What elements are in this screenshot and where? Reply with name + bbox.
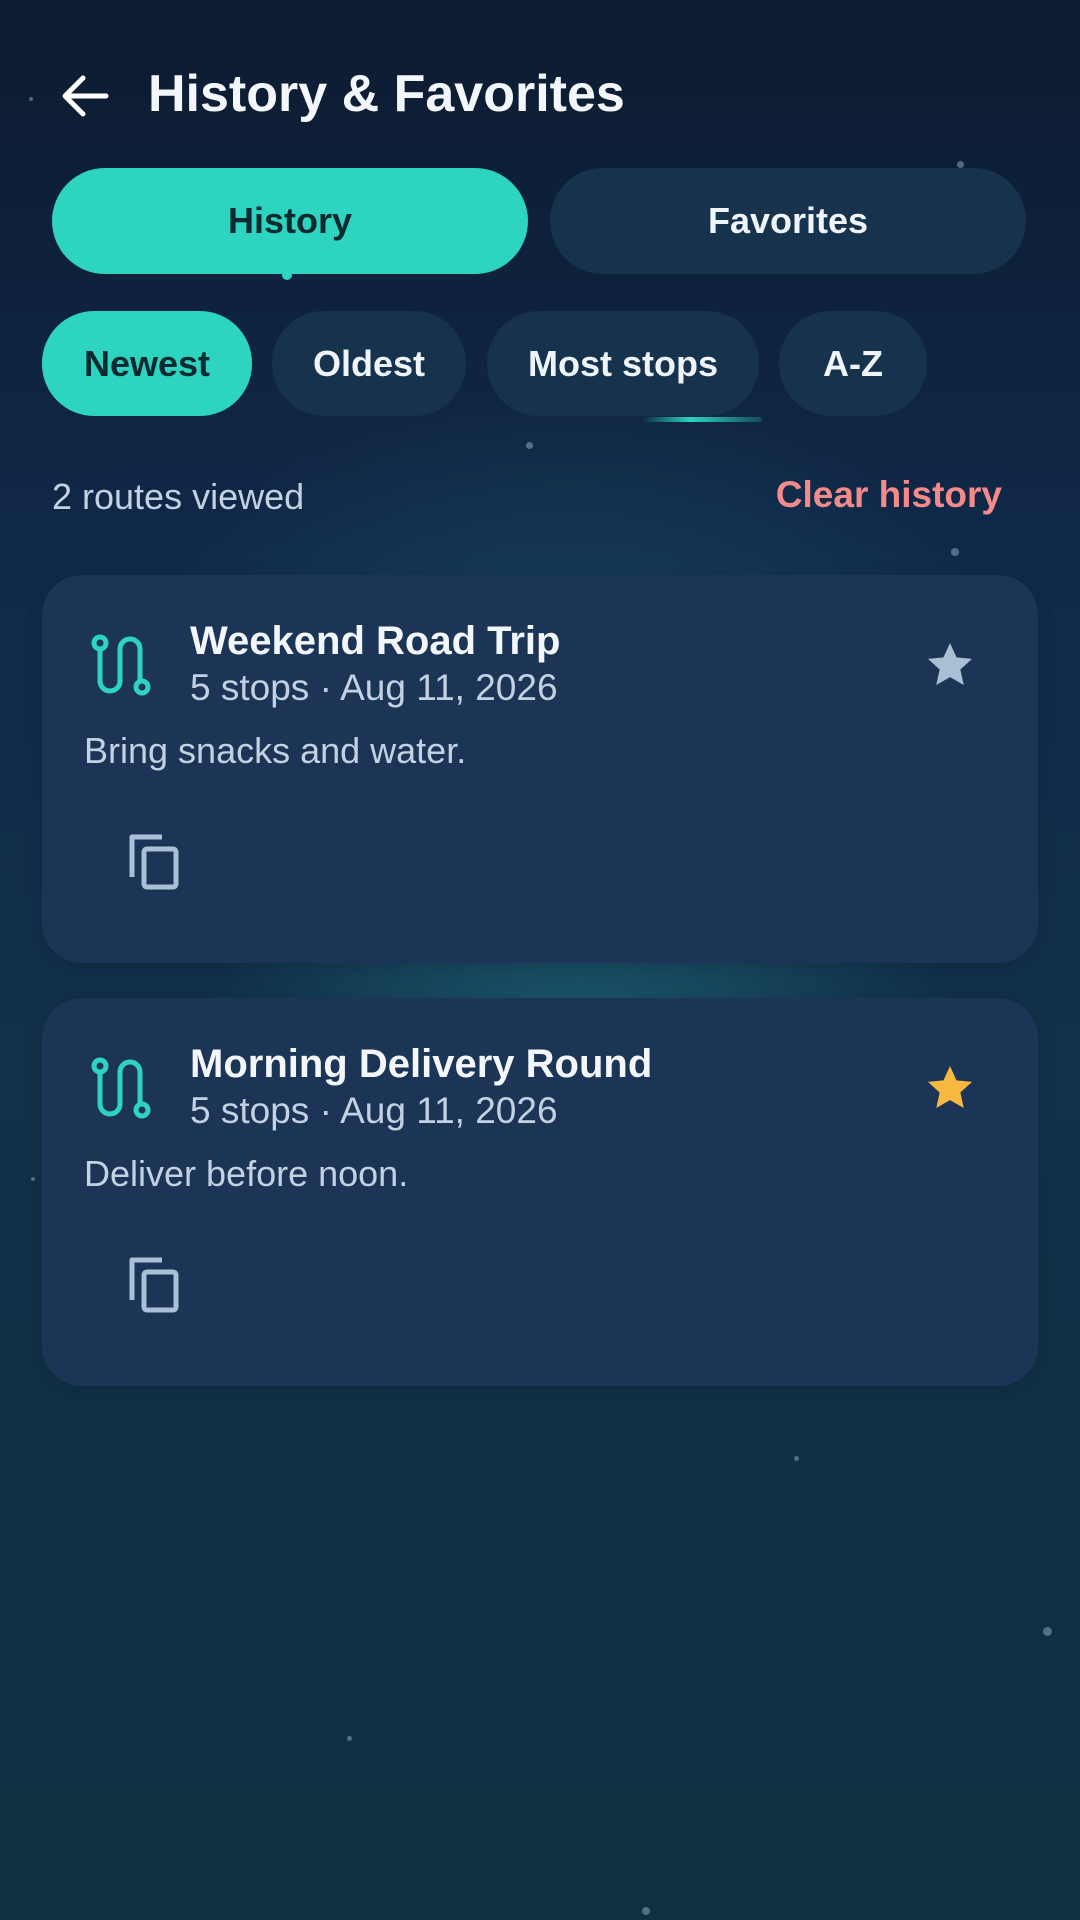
history-summary: 2 routes viewed Clear history (52, 470, 1002, 530)
arrow-left-icon (62, 75, 109, 117)
favorite-toggle-button[interactable] (912, 1050, 988, 1126)
route-icon (91, 1057, 151, 1119)
sort-chip-most-stops[interactable]: Most stops (487, 311, 759, 416)
background-dot (951, 548, 959, 556)
sort-chip-a-z[interactable]: A-Z (779, 311, 927, 416)
route-card[interactable]: Weekend Road Trip 5 stops · Aug 11, 2026… (42, 575, 1038, 963)
copy-icon (129, 834, 179, 890)
background-dot (1043, 1627, 1052, 1636)
sort-chips: Newest Oldest Most stops A-Z (42, 311, 1042, 422)
route-title: Weekend Road Trip (190, 619, 561, 663)
background-dot (347, 1736, 352, 1741)
copy-icon (129, 1257, 179, 1313)
background-dot (957, 161, 964, 168)
sort-chip-oldest[interactable]: Oldest (272, 311, 466, 416)
route-note: Deliver before noon. (84, 1153, 409, 1194)
page-title: History & Favorites (148, 65, 625, 123)
sort-chip-newest[interactable]: Newest (42, 311, 252, 416)
background-dot (794, 1456, 799, 1461)
favorite-toggle-button[interactable] (912, 627, 988, 703)
route-meta: 5 stops · Aug 11, 2026 (190, 1090, 558, 1131)
clear-history-button[interactable]: Clear history (776, 474, 1002, 516)
scroll-indicator (642, 417, 762, 422)
routes-count: 2 routes viewed (52, 476, 305, 517)
background-dot (31, 1177, 35, 1181)
copy-route-button[interactable] (108, 1238, 204, 1334)
app-header: History & Favorites (0, 52, 1080, 140)
route-note: Bring snacks and water. (84, 730, 467, 771)
star-outline-icon (927, 642, 973, 686)
route-card[interactable]: Morning Delivery Round 5 stops · Aug 11,… (42, 998, 1038, 1386)
star-filled-icon (927, 1065, 973, 1109)
back-button[interactable] (50, 66, 120, 126)
route-icon (91, 634, 151, 696)
background-dot (642, 1907, 650, 1915)
tab-history[interactable]: History (52, 168, 528, 280)
tab-favorites[interactable]: Favorites (550, 168, 1026, 274)
view-tabs: History Favorites (52, 168, 1028, 280)
background-dot (526, 442, 533, 449)
route-title: Morning Delivery Round (190, 1042, 653, 1086)
copy-route-button[interactable] (108, 815, 204, 911)
route-meta: 5 stops · Aug 11, 2026 (190, 667, 558, 708)
